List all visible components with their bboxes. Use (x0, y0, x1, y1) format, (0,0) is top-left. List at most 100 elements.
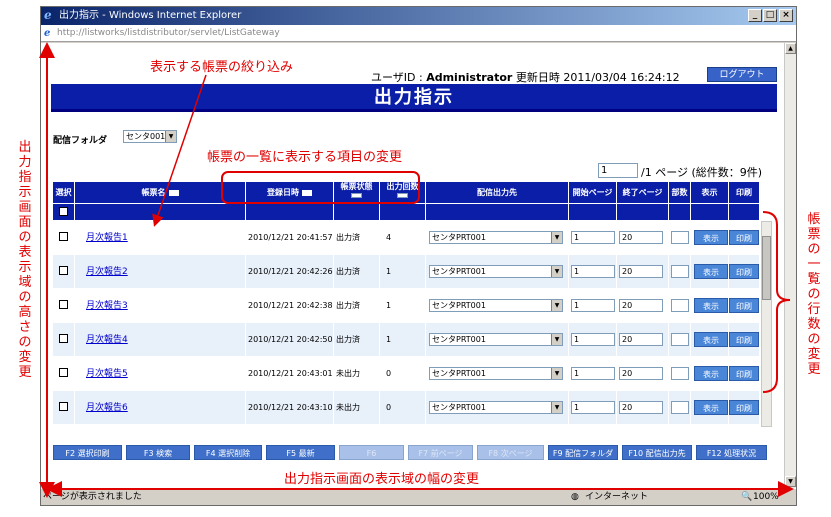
logout-button[interactable]: ログアウト (707, 67, 777, 82)
chevron-down-icon[interactable]: ▼ (165, 131, 176, 142)
view-button[interactable]: 表示 (694, 298, 728, 313)
print-button[interactable]: 印刷 (729, 366, 759, 381)
window-title: 出力指示 - Windows Internet Explorer (59, 10, 242, 21)
start-page-input[interactable]: 1 (571, 299, 615, 312)
copies-input[interactable] (671, 231, 689, 244)
start-page-input[interactable]: 1 (571, 265, 615, 278)
function-key-button[interactable]: F2 選択印刷 (53, 445, 122, 460)
address-url: http://listworks/listdistributor/servlet… (57, 28, 280, 38)
view-button[interactable]: 表示 (694, 264, 728, 279)
function-key-button[interactable]: F5 最新 (266, 445, 335, 460)
copies-input[interactable] (671, 367, 689, 380)
print-button[interactable]: 印刷 (729, 400, 759, 415)
print-button[interactable]: 印刷 (729, 332, 759, 347)
address-bar[interactable]: e http://listworks/listdistributor/servl… (41, 25, 796, 42)
end-page-input[interactable]: 20 (619, 401, 663, 414)
status-cell: 未出力 (334, 357, 380, 390)
report-link[interactable]: 月次報告1 (86, 233, 128, 243)
report-link[interactable]: 月次報告3 (86, 301, 128, 311)
view-button[interactable]: 表示 (694, 332, 728, 347)
destination-select[interactable]: センタPRT001 ▼ (429, 401, 563, 414)
chevron-down-icon[interactable]: ▼ (551, 402, 562, 413)
status-cell: 出力済 (334, 289, 380, 322)
destination-select[interactable]: センタPRT001 ▼ (429, 367, 563, 380)
zoom-level[interactable]: 100% (753, 489, 779, 506)
row-checkbox[interactable] (59, 334, 68, 343)
report-link[interactable]: 月次報告4 (86, 335, 128, 345)
status-cell: 出力済 (334, 323, 380, 356)
end-page-input[interactable]: 20 (619, 333, 663, 346)
sort-icon[interactable] (168, 189, 179, 196)
function-key-button[interactable]: F8 次ページ (477, 445, 544, 460)
function-key-button[interactable]: F7 前ページ (408, 445, 473, 460)
end-page-input[interactable]: 20 (619, 367, 663, 380)
row-checkbox[interactable] (59, 232, 68, 241)
folder-select[interactable]: センタ001 ▼ (123, 130, 177, 143)
window-scrollbar[interactable]: ▲ ▼ (784, 43, 796, 488)
count-cell: 0 (380, 391, 426, 424)
zone-label: インターネット (585, 492, 649, 502)
chevron-down-icon[interactable]: ▼ (551, 334, 562, 345)
row-checkbox[interactable] (59, 300, 68, 309)
start-page-input[interactable]: 1 (571, 401, 615, 414)
filter-annotation: 表示する帳票の絞り込み (150, 60, 294, 75)
chevron-down-icon[interactable]: ▼ (551, 266, 562, 277)
updated-value: 2011/03/04 16:24:12 (563, 71, 680, 84)
start-page-input[interactable]: 1 (571, 333, 615, 346)
user-info: ユーザID : Administrator 更新日時 2011/03/04 16… (371, 71, 680, 84)
destination-select[interactable]: センタPRT001 ▼ (429, 231, 563, 244)
table-scrollbar[interactable] (761, 221, 772, 427)
function-key-button[interactable]: F12 処理状況 (696, 445, 767, 460)
chevron-down-icon[interactable]: ▼ (551, 300, 562, 311)
function-key-button[interactable]: F6 (339, 445, 404, 460)
scroll-up-icon[interactable]: ▲ (785, 43, 796, 54)
maximize-icon[interactable]: □ (763, 9, 777, 22)
copies-input[interactable] (671, 299, 689, 312)
destination-value: センタPRT001 (432, 267, 486, 276)
copies-input[interactable] (671, 265, 689, 278)
copies-input[interactable] (671, 333, 689, 346)
col-name-label: 帳票名 (141, 188, 166, 197)
row-checkbox[interactable] (59, 402, 68, 411)
chevron-down-icon[interactable]: ▼ (551, 368, 562, 379)
end-page-input[interactable]: 20 (619, 231, 663, 244)
report-link[interactable]: 月次報告6 (86, 403, 128, 413)
select-all-checkbox[interactable] (59, 207, 68, 216)
report-link[interactable]: 月次報告5 (86, 369, 128, 379)
row-checkbox[interactable] (59, 368, 68, 377)
start-page-input[interactable]: 1 (571, 367, 615, 380)
function-key-button[interactable]: F10 配信出力先 (622, 445, 692, 460)
end-page-input[interactable]: 20 (619, 265, 663, 278)
scroll-down-icon[interactable]: ▼ (785, 476, 796, 487)
print-button[interactable]: 印刷 (729, 298, 759, 313)
count-cell: 4 (380, 221, 426, 254)
registered-cell: 2010/12/21 20:41:57 (246, 221, 334, 254)
view-button[interactable]: 表示 (694, 366, 728, 381)
function-key-button[interactable]: F9 配信フォルダ (548, 445, 618, 460)
view-button[interactable]: 表示 (694, 230, 728, 245)
height-vert-text: 出力指示画面の表示域の高さの変更 (18, 140, 32, 380)
close-icon[interactable]: × (779, 9, 793, 22)
destination-value: センタPRT001 (432, 403, 486, 412)
row-checkbox[interactable] (59, 266, 68, 275)
report-link[interactable]: 月次報告2 (86, 267, 128, 277)
start-page-input[interactable]: 1 (571, 231, 615, 244)
end-page-input[interactable]: 20 (619, 299, 663, 312)
print-button[interactable]: 印刷 (729, 264, 759, 279)
folder-select-value: センタ001 (126, 132, 166, 141)
zoom-icon[interactable]: 🔍 (741, 489, 752, 506)
destination-select[interactable]: センタPRT001 ▼ (429, 333, 563, 346)
destination-select[interactable]: センタPRT001 ▼ (429, 265, 563, 278)
destination-select[interactable]: センタPRT001 ▼ (429, 299, 563, 312)
minimize-icon[interactable]: _ (748, 9, 762, 22)
view-button[interactable]: 表示 (694, 400, 728, 415)
function-key-button[interactable]: F4 選択削除 (194, 445, 262, 460)
page-number-input[interactable]: 1 (598, 163, 638, 178)
chevron-down-icon[interactable]: ▼ (551, 232, 562, 243)
page-title: 出力指示 (51, 84, 777, 112)
copies-input[interactable] (671, 401, 689, 414)
table-scroll-thumb[interactable] (762, 236, 771, 300)
count-cell: 1 (380, 323, 426, 356)
function-key-button[interactable]: F3 検索 (126, 445, 190, 460)
print-button[interactable]: 印刷 (729, 230, 759, 245)
